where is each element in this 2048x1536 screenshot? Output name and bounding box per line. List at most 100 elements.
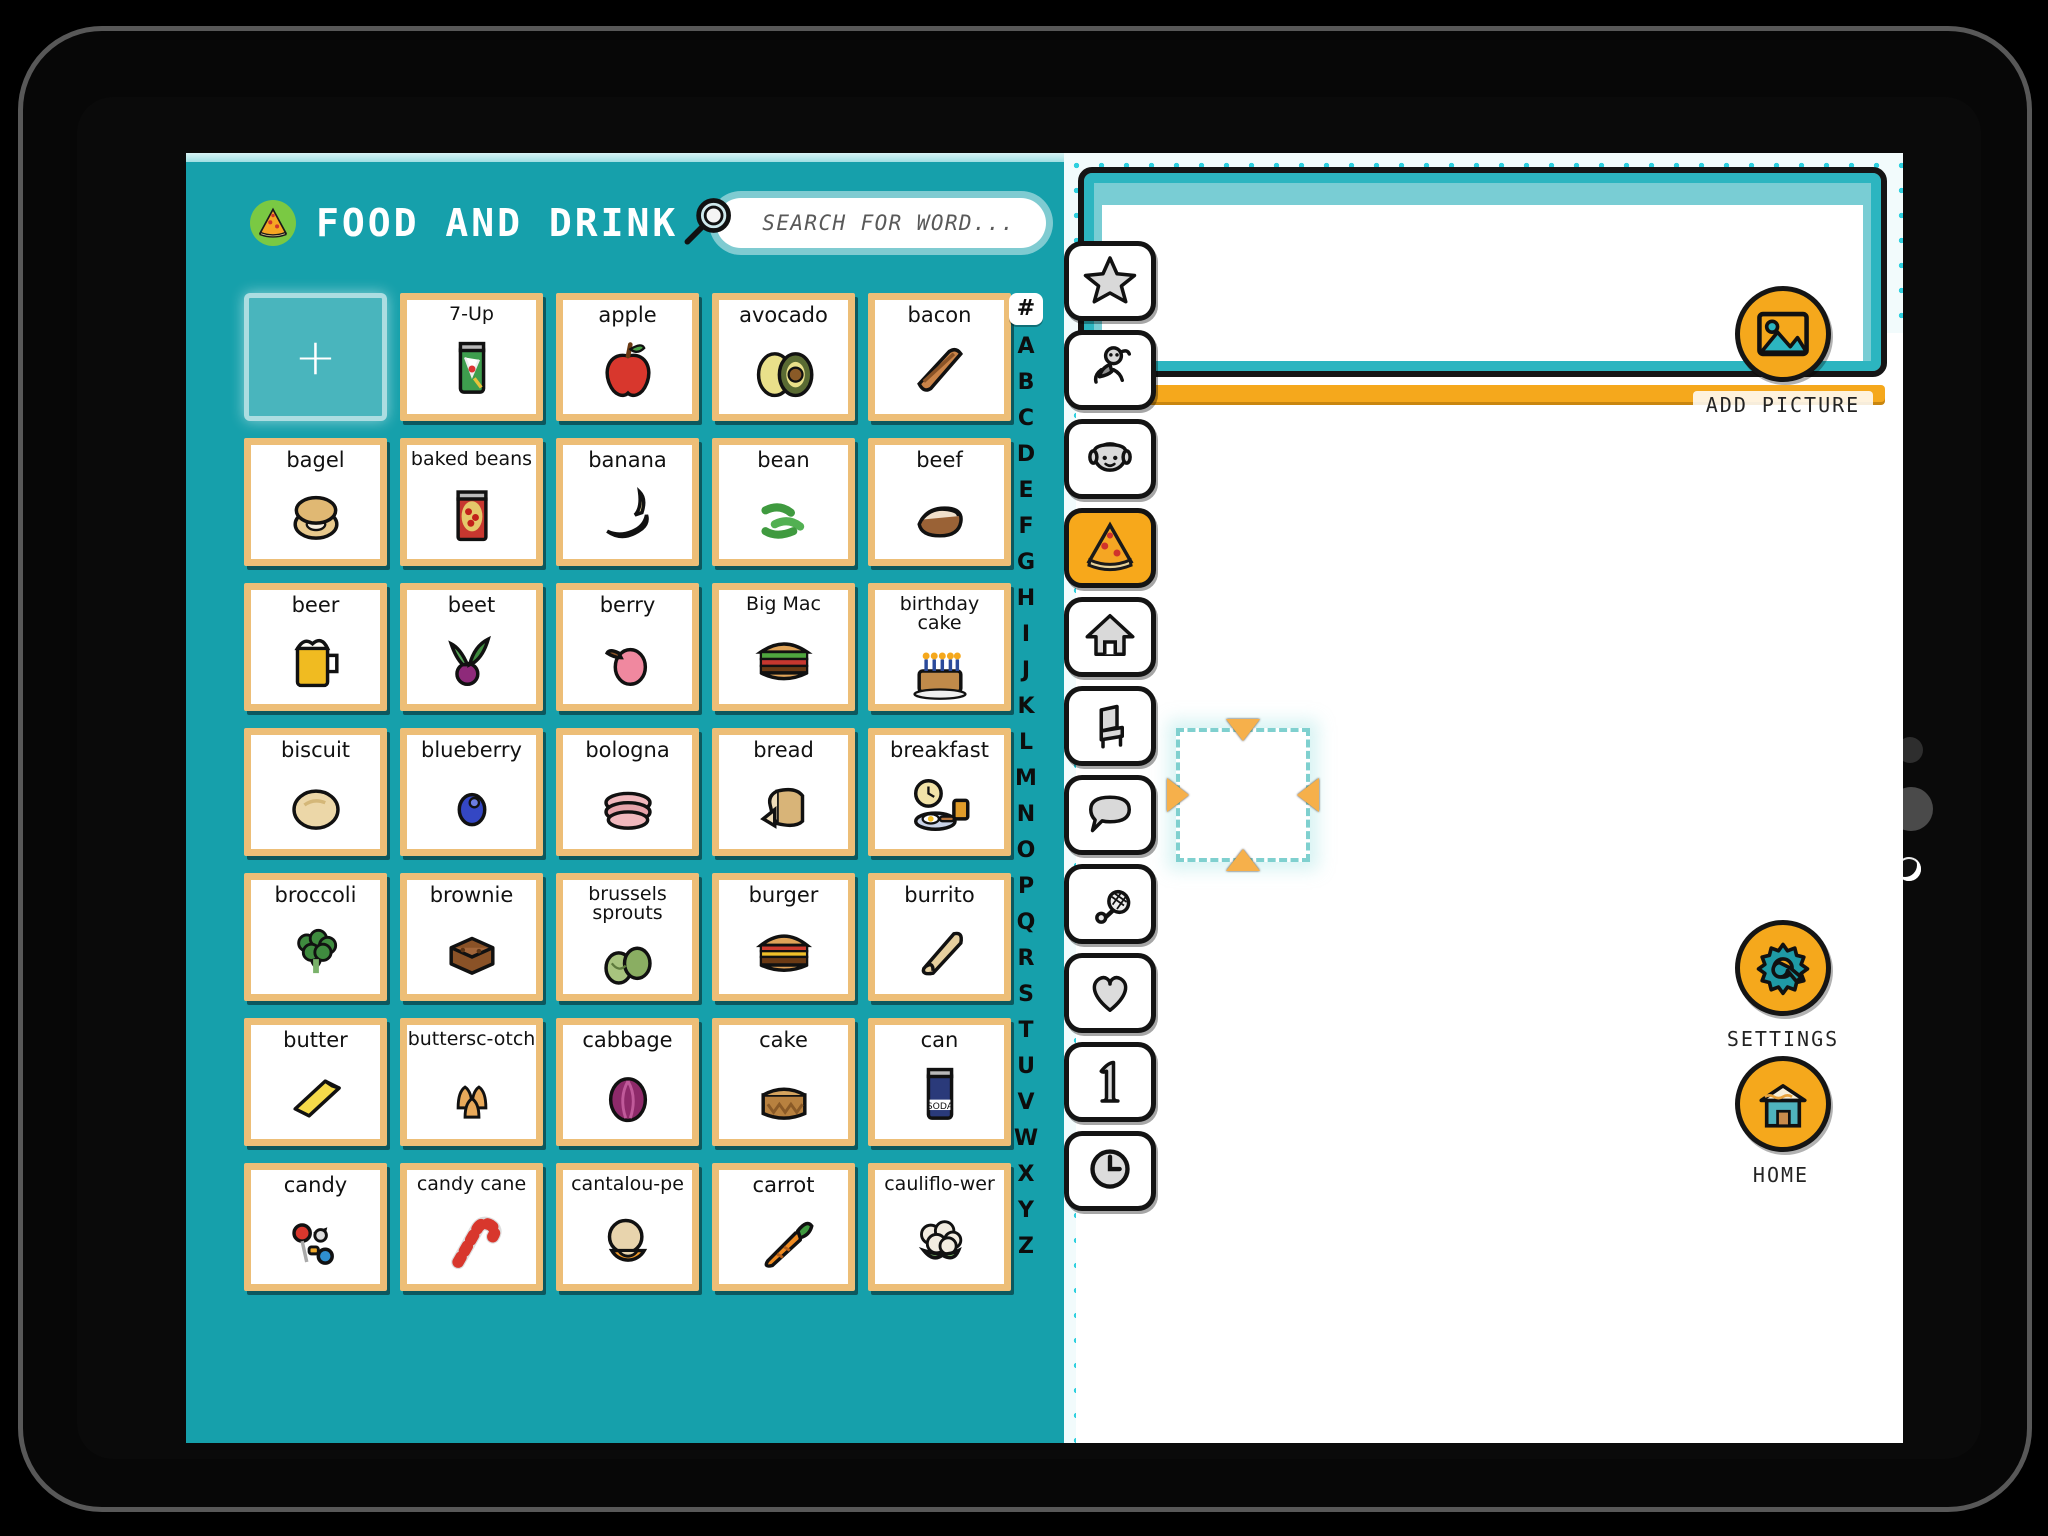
category-sports[interactable] bbox=[1064, 864, 1156, 944]
alpha-index-a[interactable]: A bbox=[1009, 329, 1043, 365]
category-favourites[interactable] bbox=[1064, 241, 1156, 321]
image-selection-box[interactable] bbox=[1167, 719, 1319, 871]
word-card[interactable]: avocado bbox=[712, 293, 855, 421]
category-objects[interactable] bbox=[1064, 686, 1156, 766]
canvas-workspace[interactable] bbox=[1076, 333, 1903, 1443]
search-box[interactable] bbox=[716, 198, 1047, 248]
word-card[interactable]: brussels sprouts bbox=[556, 873, 699, 1001]
word-card[interactable]: cabbage bbox=[556, 1018, 699, 1146]
add-picture-button[interactable] bbox=[1735, 286, 1831, 382]
word-card-label: avocado bbox=[739, 303, 828, 327]
word-card-label: bagel bbox=[286, 448, 345, 472]
alpha-index-y[interactable]: Y bbox=[1009, 1193, 1043, 1229]
search-icon[interactable] bbox=[678, 193, 738, 253]
bagel-icon bbox=[251, 471, 380, 559]
alpha-index-x[interactable]: X bbox=[1009, 1157, 1043, 1193]
search-input[interactable] bbox=[762, 211, 1047, 235]
word-card[interactable]: cake bbox=[712, 1018, 855, 1146]
word-card[interactable]: 7-Up bbox=[400, 293, 543, 421]
category-time[interactable] bbox=[1064, 1131, 1156, 1211]
word-card-label: burrito bbox=[904, 883, 975, 907]
alpha-index-l[interactable]: L bbox=[1009, 725, 1043, 761]
word-card[interactable]: bologna bbox=[556, 728, 699, 856]
resize-handle-right[interactable] bbox=[1297, 778, 1319, 812]
word-card[interactable]: carrot bbox=[712, 1163, 855, 1291]
search-area bbox=[678, 193, 1047, 253]
word-card-label: bacon bbox=[907, 303, 972, 327]
alpha-index-w[interactable]: W bbox=[1009, 1121, 1043, 1157]
settings-button[interactable] bbox=[1735, 920, 1831, 1016]
word-card[interactable]: blueberry bbox=[400, 728, 543, 856]
word-card[interactable]: baked beans bbox=[400, 438, 543, 566]
alpha-index-j[interactable]: J bbox=[1009, 653, 1043, 689]
word-card[interactable]: can SODA bbox=[868, 1018, 1011, 1146]
alpha-index-v[interactable]: V bbox=[1009, 1085, 1043, 1121]
alpha-index-e[interactable]: E bbox=[1009, 473, 1043, 509]
alpha-index-i[interactable]: I bbox=[1009, 617, 1043, 653]
alpha-index-d[interactable]: D bbox=[1009, 437, 1043, 473]
alpha-index-z[interactable]: Z bbox=[1009, 1229, 1043, 1265]
word-card[interactable]: cantalou-pe bbox=[556, 1163, 699, 1291]
word-card-label: butter bbox=[283, 1028, 348, 1052]
resize-handle-left[interactable] bbox=[1167, 778, 1189, 812]
category-food-and-drink[interactable] bbox=[1064, 508, 1156, 588]
alpha-index-m[interactable]: M bbox=[1009, 761, 1043, 797]
word-card[interactable]: bean bbox=[712, 438, 855, 566]
category-people[interactable] bbox=[1064, 419, 1156, 499]
alpha-index-o[interactable]: O bbox=[1009, 833, 1043, 869]
home-button[interactable] bbox=[1735, 1056, 1831, 1152]
category-phrases[interactable] bbox=[1064, 775, 1156, 855]
alpha-index-u[interactable]: U bbox=[1009, 1049, 1043, 1085]
alpha-index-k[interactable]: K bbox=[1009, 689, 1043, 725]
alpha-index-c[interactable]: C bbox=[1009, 401, 1043, 437]
alpha-index-hash[interactable]: # bbox=[1009, 293, 1043, 325]
alpha-index-q[interactable]: Q bbox=[1009, 905, 1043, 941]
word-card[interactable]: birthday cake bbox=[868, 583, 1011, 711]
word-card[interactable]: cauliflo-wer bbox=[868, 1163, 1011, 1291]
image-icon bbox=[1757, 311, 1809, 357]
alpha-index-p[interactable]: P bbox=[1009, 869, 1043, 905]
alpha-index-h[interactable]: H bbox=[1009, 581, 1043, 617]
resize-handle-bottom[interactable] bbox=[1226, 849, 1260, 871]
word-card[interactable]: bread bbox=[712, 728, 855, 856]
word-card[interactable]: beef bbox=[868, 438, 1011, 566]
alpha-index-g[interactable]: G bbox=[1009, 545, 1043, 581]
word-card[interactable]: burrito bbox=[868, 873, 1011, 1001]
resize-handle-top[interactable] bbox=[1226, 719, 1260, 741]
word-card[interactable]: broccoli bbox=[244, 873, 387, 1001]
word-card[interactable]: burger bbox=[712, 873, 855, 1001]
word-card-label: carrot bbox=[752, 1173, 815, 1197]
alpha-index-s[interactable]: S bbox=[1009, 977, 1043, 1013]
board-header: FOOD AND DRINK bbox=[186, 173, 1064, 273]
house-icon bbox=[1082, 607, 1138, 667]
alpha-index-t[interactable]: T bbox=[1009, 1013, 1043, 1049]
alpha-index-b[interactable]: B bbox=[1009, 365, 1043, 401]
word-card[interactable]: banana bbox=[556, 438, 699, 566]
word-card[interactable]: beet bbox=[400, 583, 543, 711]
add-word-button[interactable]: + bbox=[244, 293, 387, 421]
word-card[interactable]: bagel bbox=[244, 438, 387, 566]
canvas-area: ADD PICTURE SETTINGS HOME bbox=[1064, 153, 1903, 1443]
category-numbers[interactable] bbox=[1064, 1042, 1156, 1122]
word-card[interactable]: beer bbox=[244, 583, 387, 711]
word-card-label: burger bbox=[748, 883, 819, 907]
word-card[interactable]: bacon bbox=[868, 293, 1011, 421]
word-card[interactable]: apple bbox=[556, 293, 699, 421]
word-card[interactable]: buttersc-otch bbox=[400, 1018, 543, 1146]
word-card[interactable]: butter bbox=[244, 1018, 387, 1146]
face-icon bbox=[1082, 429, 1138, 489]
word-card[interactable]: candy cane bbox=[400, 1163, 543, 1291]
alpha-index-r[interactable]: R bbox=[1009, 941, 1043, 977]
alphabet-index[interactable]: # A B C D E F G H I J K L M N O P Q R S T U V W X Y Z bbox=[1006, 293, 1046, 1265]
category-places[interactable] bbox=[1064, 597, 1156, 677]
word-card[interactable]: berry bbox=[556, 583, 699, 711]
word-card[interactable]: Big Mac bbox=[712, 583, 855, 711]
category-feelings[interactable] bbox=[1064, 953, 1156, 1033]
word-card[interactable]: biscuit bbox=[244, 728, 387, 856]
alpha-index-n[interactable]: N bbox=[1009, 797, 1043, 833]
word-card[interactable]: brownie bbox=[400, 873, 543, 1001]
word-card[interactable]: breakfast bbox=[868, 728, 1011, 856]
word-card[interactable]: candy bbox=[244, 1163, 387, 1291]
category-actions[interactable] bbox=[1064, 330, 1156, 410]
alpha-index-f[interactable]: F bbox=[1009, 509, 1043, 545]
